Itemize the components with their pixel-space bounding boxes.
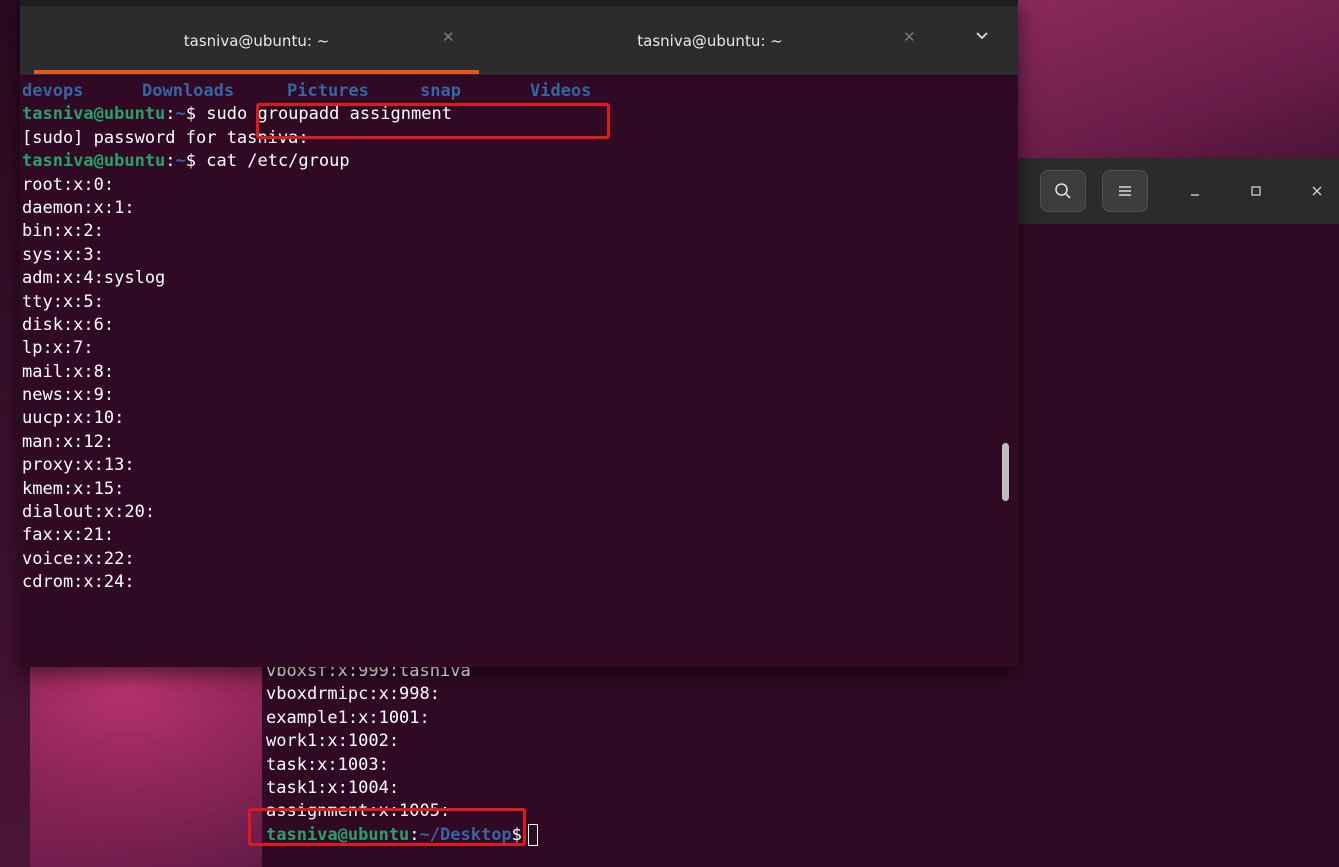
background-terminal-output[interactable]: vboxsf:x:999:tasniva vboxdrmipc:x:998: e… — [266, 660, 538, 847]
command-text: sudo groupadd assignment — [206, 104, 452, 125]
close-button[interactable] — [1302, 176, 1332, 206]
search-icon — [1055, 183, 1071, 199]
group-line: daemon:x:1: — [22, 197, 135, 218]
prompt-symbol: $ — [511, 824, 522, 845]
ls-item: Videos — [530, 81, 592, 101]
text-cursor — [527, 823, 538, 846]
prompt-path: ~ — [175, 151, 186, 172]
group-line: voice:x:22: — [22, 548, 135, 569]
terminal-tab-bar[interactable]: tasniva@ubuntu: ~ ✕ tasniva@ubuntu: ~ ✕ — [20, 0, 1018, 75]
terminal-prompt-line: tasniva@ubuntu:~$ cat /etc/group — [22, 150, 591, 173]
terminal-prompt-line: tasniva@ubuntu:~/Desktop$ — [266, 823, 538, 847]
tab-2[interactable]: tasniva@ubuntu: ~ — [490, 6, 930, 75]
group-line: news:x:9: — [22, 385, 115, 406]
ls-item: Downloads — [142, 81, 235, 101]
group-line: sys:x:3: — [22, 244, 104, 265]
prompt-symbol: $ — [185, 151, 197, 172]
group-line: uucp:x:10: — [22, 408, 125, 429]
prompt-separator: : — [409, 824, 420, 845]
group-line: kmem:x:15: — [22, 478, 125, 499]
foreground-terminal-window[interactable]: tasniva@ubuntu: ~ ✕ tasniva@ubuntu: ~ ✕ … — [20, 0, 1018, 667]
prompt-path: ~ — [175, 104, 186, 125]
prompt-user: tasniva@ubuntu — [22, 104, 166, 125]
group-line: bin:x:2: — [22, 221, 104, 242]
tab-1[interactable]: tasniva@ubuntu: ~ — [34, 6, 479, 75]
terminal-line: vboxdrmipc:x:998: — [266, 684, 440, 705]
group-line: proxy:x:13: — [22, 455, 135, 476]
ls-item: snap — [420, 81, 461, 101]
terminal-prompt-line: tasniva@ubuntu:~$ sudo groupadd assignme… — [22, 103, 591, 126]
group-line: mail:x:8: — [22, 361, 115, 382]
prompt-separator: : — [165, 104, 176, 125]
foreground-terminal-output[interactable]: devops Downloads Pictures snap Videos tasniv… — [22, 80, 591, 595]
terminal-line: assignment:x:1005: — [266, 801, 451, 822]
terminal-line: example1:x:1001: — [266, 707, 430, 728]
prompt-separator: : — [165, 151, 176, 172]
group-line: tty:x:5: — [22, 291, 104, 312]
tab-1-close-icon[interactable]: ✕ — [442, 28, 455, 46]
tabs-dropdown-button[interactable] — [975, 30, 989, 45]
minimize-button[interactable] — [1180, 176, 1210, 206]
group-line: cdrom:x:24: — [22, 572, 135, 593]
terminal-line: task1:x:1004: — [266, 777, 400, 798]
group-line: root:x:0: — [22, 174, 115, 195]
search-button[interactable] — [1040, 170, 1086, 212]
group-line: fax:x:21: — [22, 525, 115, 546]
maximize-icon — [1251, 186, 1261, 196]
group-line: adm:x:4:syslog — [22, 268, 166, 289]
sudo-password-prompt: [sudo] password for tasniva: — [22, 127, 309, 148]
ls-item: devops — [22, 81, 84, 101]
wallpaper-shape — [1010, 0, 1339, 160]
tab-2-close-icon[interactable]: ✕ — [903, 28, 916, 46]
terminal-line: task:x:1003: — [266, 754, 389, 775]
chevron-down-icon — [976, 32, 988, 40]
tab-2-label: tasniva@ubuntu: ~ — [637, 31, 783, 50]
prompt-symbol: $ — [185, 104, 197, 125]
close-icon — [1312, 186, 1322, 196]
menu-button[interactable] — [1102, 170, 1148, 212]
terminal-scrollbar[interactable] — [1002, 443, 1009, 501]
hamburger-menu-icon — [1119, 186, 1131, 196]
maximize-button[interactable] — [1241, 176, 1271, 206]
group-line: disk:x:6: — [22, 314, 115, 335]
prompt-path: ~/Desktop — [419, 824, 512, 845]
minimize-icon — [1191, 194, 1199, 196]
tab-1-label: tasniva@ubuntu: ~ — [183, 31, 330, 50]
ls-item: Pictures — [287, 81, 369, 101]
prompt-user: tasniva@ubuntu — [22, 151, 166, 172]
group-line: dialout:x:20: — [22, 502, 156, 523]
group-line: man:x:12: — [22, 431, 115, 452]
prompt-user: tasniva@ubuntu — [266, 824, 410, 845]
active-tab-indicator — [34, 70, 479, 74]
terminal-line: work1:x:1002: — [266, 731, 400, 752]
command-text: cat /etc/group — [206, 151, 350, 172]
group-line: lp:x:7: — [22, 338, 94, 359]
ls-output-line: devops Downloads Pictures snap Videos — [22, 80, 591, 103]
